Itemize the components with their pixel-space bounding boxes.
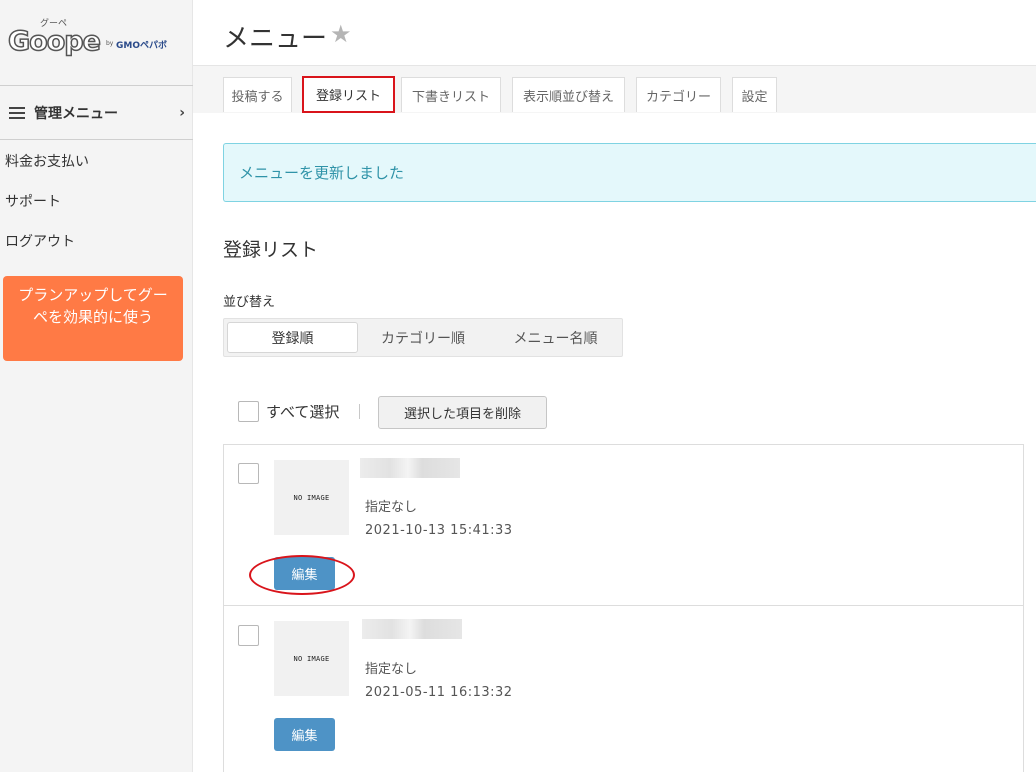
hamburger-icon [9,107,25,119]
sidebar-link-logout[interactable]: ログアウト [5,231,75,251]
sidebar-divider [0,85,193,86]
star-icon[interactable]: ★ [330,20,352,48]
edit-button[interactable]: 編集 [274,718,335,751]
list-item: NO IMAGE 指定なし 2021-05-11 16:13:32 編集 [224,605,1023,765]
page-title: メニュー [223,24,328,54]
admin-menu-label: 管理メニュー [34,106,118,122]
logo-wordmark: Goope [7,25,101,58]
main-content: メニュー ★ 投稿する 登録リスト 下書きリスト 表示順並び替え カテゴリー 設… [193,0,1036,772]
sort-by-menu-name[interactable]: メニュー名順 [490,322,621,353]
sort-by-registration[interactable]: 登録順 [227,322,358,353]
tab-registered-list[interactable]: 登録リスト [302,76,395,113]
select-all-label[interactable]: すべて選択 [266,401,339,422]
tab-bar: 投稿する 登録リスト 下書きリスト 表示順並び替え カテゴリー 設定 [193,66,1036,113]
item-date: 2021-05-11 16:13:32 [365,685,513,700]
thumbnail-image[interactable]: NO IMAGE [274,621,349,696]
sidebar-link-billing[interactable]: 料金お支払い [5,151,89,171]
admin-menu-toggle[interactable]: 管理メニュー › [9,100,185,126]
plan-upgrade-button[interactable]: プランアップしてグーペを効果的に使う [3,276,183,361]
sort-segmented-control: 登録順 カテゴリー順 メニュー名順 [223,318,623,357]
sort-label: 並び替え [223,295,276,310]
logo-by: by [106,40,114,47]
item-category: 指定なし [365,500,418,515]
separator [359,404,360,419]
sidebar-link-support[interactable]: サポート [5,191,61,211]
title-bar: メニュー ★ [193,0,1036,66]
sort-by-category[interactable]: カテゴリー順 [358,322,488,353]
item-checkbox[interactable] [238,625,259,646]
tab-post[interactable]: 投稿する [223,77,292,112]
sidebar: グーペ Goope by GMOペパボ 管理メニュー › 料金お支払い サポート… [0,0,193,772]
tab-settings[interactable]: 設定 [732,77,777,112]
item-name-redacted[interactable] [360,458,460,478]
highlight-circle-annotation [249,555,355,595]
item-date: 2021-10-13 15:41:33 [365,523,513,538]
logo-gmo: GMOペパボ [116,41,167,51]
tab-drafts[interactable]: 下書きリスト [401,77,501,112]
section-title: 登録リスト [223,239,319,261]
tab-category[interactable]: カテゴリー [636,77,721,112]
sidebar-divider [0,139,193,140]
app-window: グーペ Goope by GMOペパボ 管理メニュー › 料金お支払い サポート… [0,0,1036,772]
item-name-redacted[interactable] [362,619,462,639]
item-category: 指定なし [365,662,418,677]
item-checkbox[interactable] [238,463,259,484]
chevron-right-icon: › [179,105,185,121]
delete-selected-button[interactable]: 選択した項目を削除 [378,396,547,429]
menu-list: NO IMAGE 指定なし 2021-10-13 15:41:33 編集 NO … [223,444,1024,772]
thumbnail-image[interactable]: NO IMAGE [274,460,349,535]
select-all-checkbox[interactable] [238,401,259,422]
goope-logo[interactable]: グーペ Goope by GMOペパボ [6,16,186,66]
tab-display-order[interactable]: 表示順並び替え [512,77,625,112]
success-alert: メニューを更新しました [223,143,1036,202]
